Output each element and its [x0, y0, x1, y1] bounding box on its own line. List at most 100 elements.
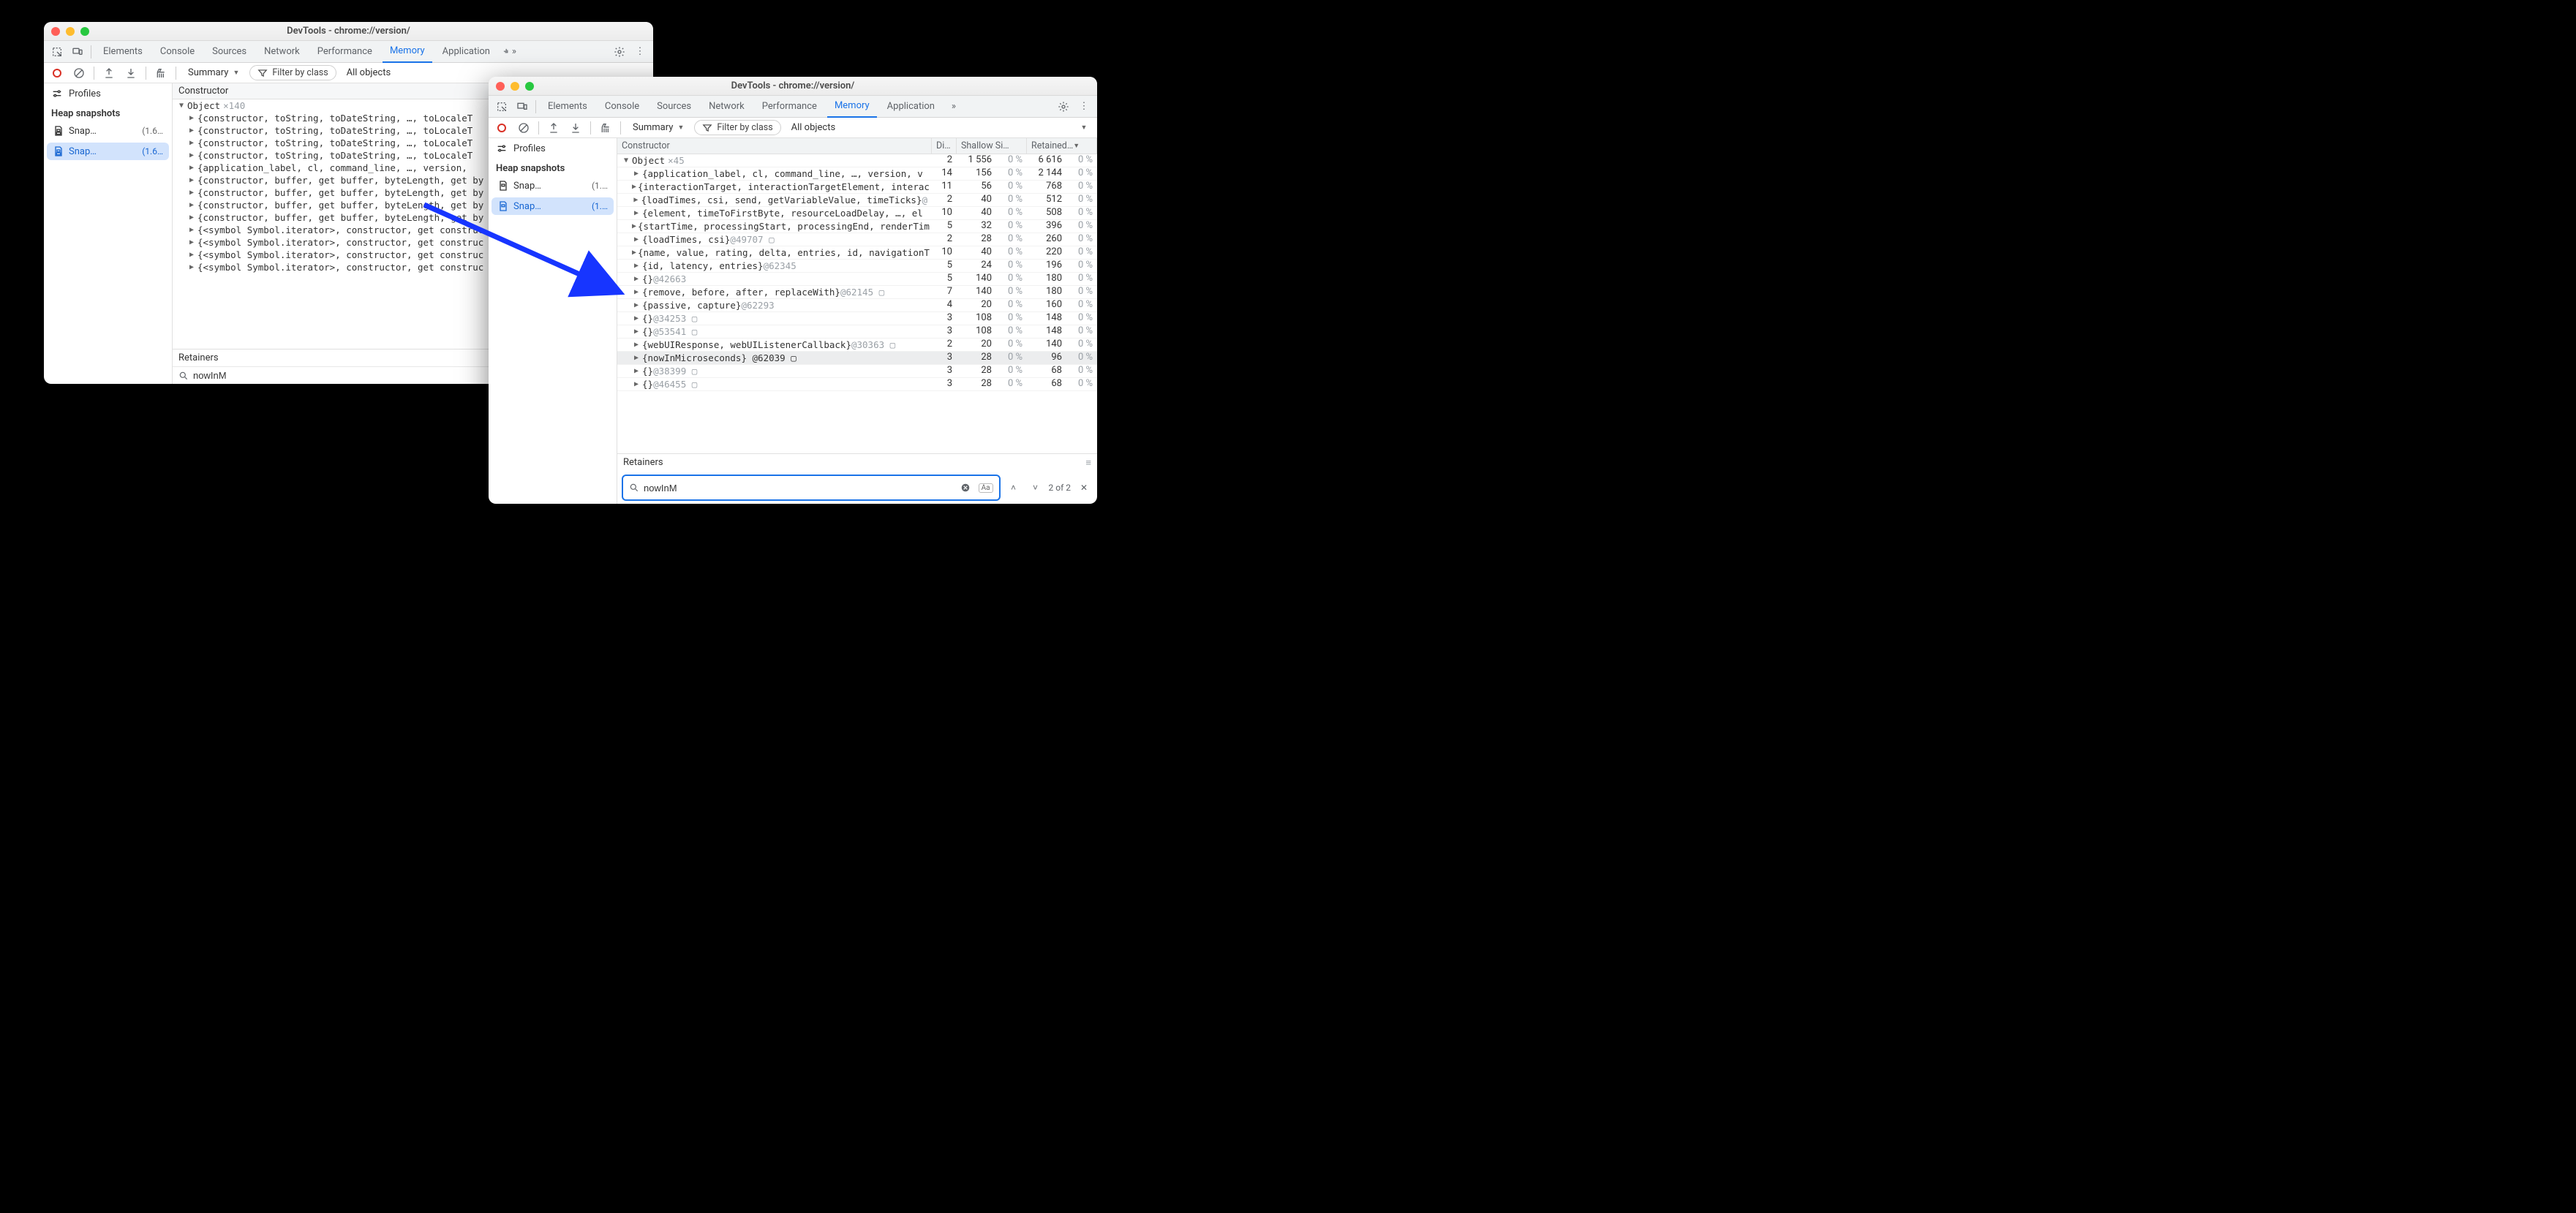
table-row[interactable]: ▼Object×45 2 1 556 0 % 6 616 0 % [617, 154, 1097, 167]
kebab-icon[interactable]: ⋮ [631, 43, 649, 61]
cell-retained: 140 [1027, 339, 1066, 351]
table-row[interactable]: ▶{name, value, rating, delta, entries, i… [617, 246, 1097, 260]
tab-performance[interactable]: Performance [310, 41, 380, 63]
table-row[interactable]: ▶{nowInMicroseconds} @62039 ▢3280 %960 % [617, 352, 1097, 365]
row-tail: @62345 [764, 260, 796, 271]
table-row[interactable]: ▶{} @38399 ▢3280 %680 % [617, 365, 1097, 378]
table-row[interactable]: ▶{passive, capture} @622934200 %1600 % [617, 299, 1097, 312]
table-row[interactable]: ▶{} @34253 ▢31080 %1480 % [617, 312, 1097, 325]
tab-console[interactable]: Console [598, 96, 647, 118]
column-header-distance[interactable]: Di… [932, 138, 957, 154]
column-header-retained[interactable]: Retained…▼ [1027, 138, 1097, 154]
tab-network[interactable]: Network [257, 41, 307, 63]
gc-icon[interactable] [152, 64, 170, 82]
device-icon[interactable] [69, 43, 86, 61]
sidebar-item-snapshot[interactable]: Snap… (1.6… [47, 122, 169, 140]
retainers-header[interactable]: Retainers≡ [617, 453, 1097, 472]
close-icon[interactable] [496, 82, 505, 91]
minimize-icon[interactable] [66, 27, 75, 36]
tab-network[interactable]: Network [701, 96, 752, 118]
cell-sp: 0 % [996, 181, 1027, 193]
next-match-icon[interactable]: ˅ [1027, 479, 1044, 496]
maximize-icon[interactable] [80, 27, 89, 36]
sidebar-item-snapshot[interactable]: Snap… (1.6… [47, 143, 169, 160]
device-icon[interactable] [513, 98, 531, 116]
search-input[interactable] [644, 483, 952, 494]
clear-icon[interactable] [70, 64, 88, 82]
table-row[interactable]: ▶{application_label, cl, command_line, …… [617, 167, 1097, 181]
tab-application[interactable]: Application [435, 41, 497, 63]
column-header-constructor[interactable]: Constructor [617, 138, 932, 154]
cell-shallow: 32 [957, 220, 996, 233]
clear-search-icon[interactable] [957, 479, 974, 496]
kebab-icon[interactable]: ⋮ [1075, 98, 1093, 116]
filter-chip[interactable]: Filter by class [694, 120, 780, 135]
inspect-icon[interactable] [48, 43, 66, 61]
cell-shallow: 156 [957, 167, 996, 180]
row-tail: @49707 ▢ [730, 234, 774, 245]
table-row[interactable]: ▶{} @53541 ▢31080 %1480 % [617, 325, 1097, 339]
cell-retained: 68 [1027, 378, 1066, 390]
overflow-icon[interactable]: » [945, 98, 963, 116]
view-dropdown[interactable]: Summary▼ [182, 66, 245, 80]
tab-elements[interactable]: Elements [541, 96, 595, 118]
profiles-header[interactable]: Profiles [44, 83, 172, 104]
gc-icon[interactable] [597, 119, 614, 137]
tab-memory[interactable]: Memory [383, 41, 432, 63]
record-button[interactable] [493, 119, 511, 137]
row-tail: @38399 ▢ [653, 366, 697, 377]
cell-dist: 4 [932, 299, 957, 311]
tab-performance[interactable]: Performance [755, 96, 824, 118]
cell-dist: 5 [932, 273, 957, 285]
download-icon[interactable] [567, 119, 584, 137]
gear-icon[interactable] [611, 43, 628, 61]
tab-elements[interactable]: Elements [96, 41, 150, 63]
minimize-icon[interactable] [511, 82, 519, 91]
close-icon[interactable] [51, 27, 60, 36]
tab-memory[interactable]: Memory [827, 96, 877, 118]
table-row[interactable]: ▶{} @46455 ▢3280 %680 % [617, 378, 1097, 391]
view-dropdown[interactable]: Summary▼ [627, 121, 690, 135]
chevron-down-icon[interactable]: ▼ [1075, 119, 1093, 137]
column-header-shallow[interactable]: Shallow Si… [957, 138, 1027, 154]
gear-icon[interactable] [1055, 98, 1072, 116]
cell-dist: 10 [932, 207, 957, 219]
objects-dropdown[interactable]: All objects [786, 121, 842, 135]
cell-dist: 7 [932, 286, 957, 298]
table-row[interactable]: ▶{webUIResponse, webUIListenerCallback} … [617, 339, 1097, 352]
table-row[interactable]: ▶{interactionTarget, interactionTargetEl… [617, 181, 1097, 194]
record-button[interactable] [48, 64, 66, 82]
filter-chip[interactable]: Filter by class [249, 65, 336, 80]
sidebar-item-snapshot[interactable]: Snap… (1.… [492, 197, 614, 215]
table-row[interactable]: ▶{startTime, processingStart, processing… [617, 220, 1097, 233]
table-row[interactable]: ▶{remove, before, after, replaceWith} @6… [617, 286, 1097, 299]
upload-icon[interactable] [545, 119, 562, 137]
tab-console[interactable]: Console [153, 41, 202, 63]
maximize-icon[interactable] [525, 82, 534, 91]
table-row[interactable]: ▶{id, latency, entries} @623455240 %1960… [617, 260, 1097, 273]
download-icon[interactable] [122, 64, 140, 82]
cell-sp: 0 % [996, 365, 1027, 377]
tab-sources[interactable]: Sources [649, 96, 698, 118]
close-search-icon[interactable]: ✕ [1075, 479, 1093, 496]
tab-application[interactable]: Application [880, 96, 942, 118]
table-row[interactable]: ▶{loadTimes, csi} @49707 ▢2280 %2600 % [617, 233, 1097, 246]
window-title: DevTools - chrome://version/ [489, 80, 1097, 91]
clear-icon[interactable] [515, 119, 532, 137]
prev-match-icon[interactable]: ˄ [1005, 479, 1023, 496]
overflow-icon[interactable]: » [500, 43, 518, 61]
cell-rp: 0 % [1066, 246, 1097, 259]
inspect-icon[interactable] [493, 98, 511, 116]
profiles-header[interactable]: Profiles [489, 138, 617, 159]
upload-icon[interactable] [100, 64, 118, 82]
sidebar-item-snapshot[interactable]: Snap… (1.… [492, 177, 614, 194]
grip-icon[interactable]: ≡ [1085, 457, 1091, 469]
match-case-toggle[interactable]: Aa [979, 483, 993, 493]
table-row[interactable]: ▶{element, timeToFirstByte, resourceLoad… [617, 207, 1097, 220]
objects-dropdown[interactable]: All objects [341, 66, 397, 80]
cell-dist: 5 [932, 260, 957, 272]
table-row[interactable]: ▶{} @4266351400 %1800 % [617, 273, 1097, 286]
table-row[interactable]: ▶{loadTimes, csi, send, getVariableValue… [617, 194, 1097, 207]
cell-dist: 3 [932, 378, 957, 390]
tab-sources[interactable]: Sources [205, 41, 254, 63]
